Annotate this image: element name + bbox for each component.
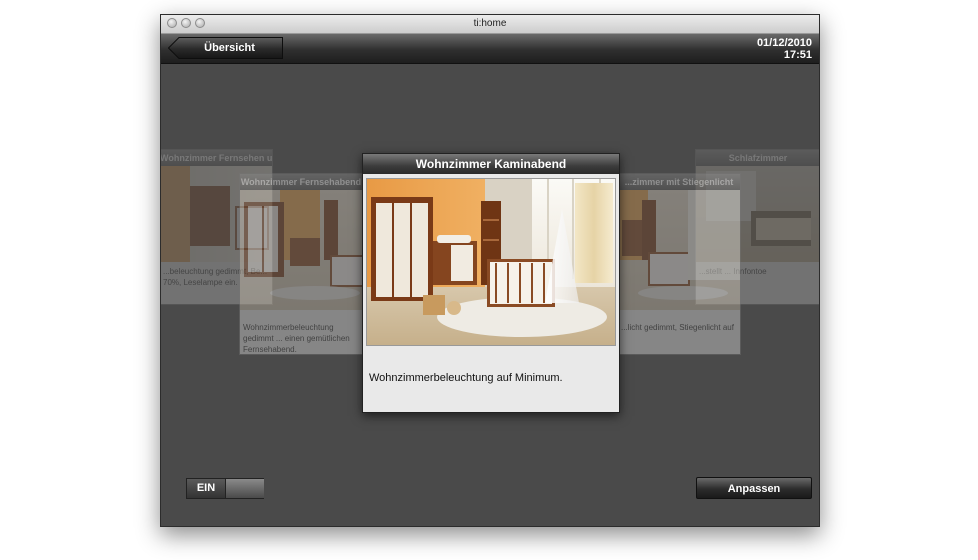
top-toolbar: Übersicht 01/12/2010 17:51 xyxy=(161,34,819,64)
scene-card-title: Wohnzimmer Fernsehabend xyxy=(240,174,362,190)
scene-card-title: Schlafzimmer xyxy=(696,150,819,166)
scene-card-title: ...zimmer mit Stiegenlicht xyxy=(618,174,740,190)
scene-card-title: Wohnzimmer Kaminabend xyxy=(363,154,619,174)
time-text: 17:51 xyxy=(783,49,812,61)
app-window: ti:home Übersicht 01/12/2010 17:51 Wohnz… xyxy=(160,14,820,527)
datetime-display: 01/12/2010 17:51 xyxy=(757,37,812,61)
window-titlebar: ti:home xyxy=(161,15,819,34)
back-button[interactable]: Übersicht xyxy=(168,37,283,59)
power-toggle-label: EIN xyxy=(187,479,225,498)
power-toggle-knob[interactable] xyxy=(225,479,264,498)
scene-photo xyxy=(618,190,740,310)
window-title: ti:home xyxy=(473,18,507,29)
scene-description: Wohnzimmerbeleuchtung auf Minimum. xyxy=(369,372,563,384)
date-text: 01/12/2010 xyxy=(756,37,812,49)
adjust-button[interactable]: Anpassen xyxy=(696,477,812,499)
scene-card-center[interactable]: Wohnzimmer Kaminabend Wohnzimmerbeleucht… xyxy=(362,153,620,413)
scene-photo xyxy=(240,190,362,310)
scene-card-right[interactable]: ...zimmer mit Stiegenlicht ...licht gedi… xyxy=(617,173,741,355)
scene-card-title: Wohnzimmer Fernsehen u. Lesen xyxy=(161,150,272,166)
scene-description: Wohnzimmerbeleuchtung gedimmt ... einen … xyxy=(243,323,350,354)
back-button-label: Übersicht xyxy=(204,42,255,54)
scene-photo xyxy=(366,178,616,346)
scene-card-left[interactable]: Wohnzimmer Fernsehabend Wohnzimmerbeleuc… xyxy=(239,173,363,355)
power-toggle[interactable]: EIN xyxy=(186,478,264,499)
scene-description: ...licht gedimmt, Stiegenlicht auf xyxy=(621,323,734,332)
